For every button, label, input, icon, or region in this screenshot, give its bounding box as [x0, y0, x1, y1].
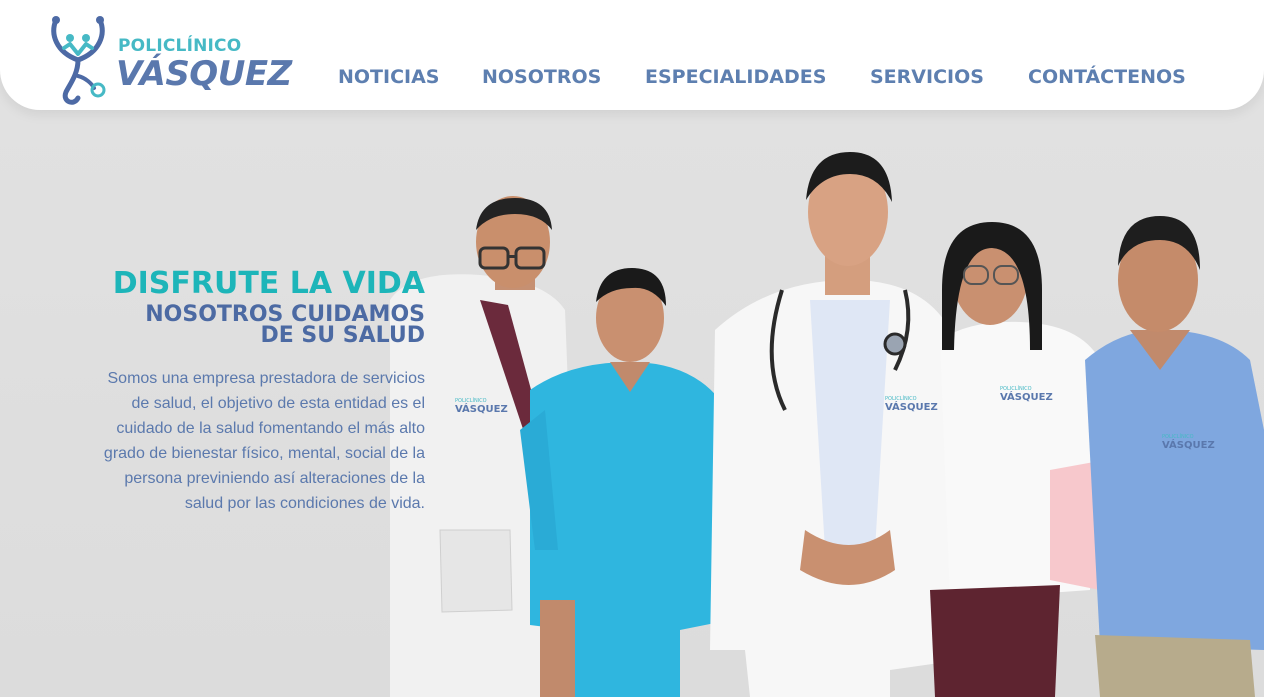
- page: POLICLÍNICO VÁSQUEZ NOTICIAS NOSOTROS ES…: [0, 0, 1264, 697]
- brand-top-text: POLICLÍNICO: [118, 36, 242, 56]
- uniform-logo-top-text: POLICLÍNICO: [455, 397, 487, 404]
- brand-logo[interactable]: POLICLÍNICO VÁSQUEZ: [48, 14, 292, 106]
- hero-description: Somos una empresa prestadora de servicio…: [103, 370, 425, 512]
- nav-item-contactenos[interactable]: CONTÁCTENOS: [1028, 66, 1186, 88]
- main-nav: NOTICIAS NOSOTROS ESPECIALIDADES SERVICI…: [0, 66, 1264, 92]
- nav-item-noticias[interactable]: NOTICIAS: [338, 66, 440, 88]
- uniform-logo-top-text: POLICLÍNICO: [1162, 433, 1194, 440]
- uniform-logo-top-text: POLICLÍNICO: [885, 395, 917, 402]
- uniform-logo-main-text: VÁSQUEZ: [455, 402, 508, 415]
- nav-item-nosotros[interactable]: NOSOTROS: [482, 66, 601, 88]
- hero-title: DISFRUTE LA VIDA: [112, 266, 425, 301]
- hero-subtitle-line2: DE SU SALUD: [260, 323, 425, 348]
- uniform-logo-main-text: VÁSQUEZ: [885, 400, 938, 413]
- nurse-2-figure: [930, 222, 1115, 697]
- nav-item-especialidades[interactable]: ESPECIALIDADES: [645, 66, 826, 88]
- uniform-logo-top-text: POLICLÍNICO: [1000, 385, 1032, 392]
- medical-team-photo: POLICLÍNICOVÁSQUEZPOLICLÍNICOVÁSQUEZPOLI…: [390, 152, 1264, 697]
- nav-item-servicios[interactable]: SERVICIOS: [870, 66, 984, 88]
- stethoscope-logo-icon: [51, 16, 106, 105]
- hero-subtitle: NOSOTROS CUIDAMOS DE SU SALUD: [105, 304, 425, 348]
- doctor-2-figure: [710, 152, 960, 697]
- site-header: POLICLÍNICO VÁSQUEZ NOTICIAS NOSOTROS ES…: [0, 0, 1264, 110]
- doctor-3-figure: [1085, 216, 1264, 697]
- uniform-logo-main-text: VÁSQUEZ: [1162, 438, 1215, 451]
- uniform-logo-main-text: VÁSQUEZ: [1000, 390, 1053, 403]
